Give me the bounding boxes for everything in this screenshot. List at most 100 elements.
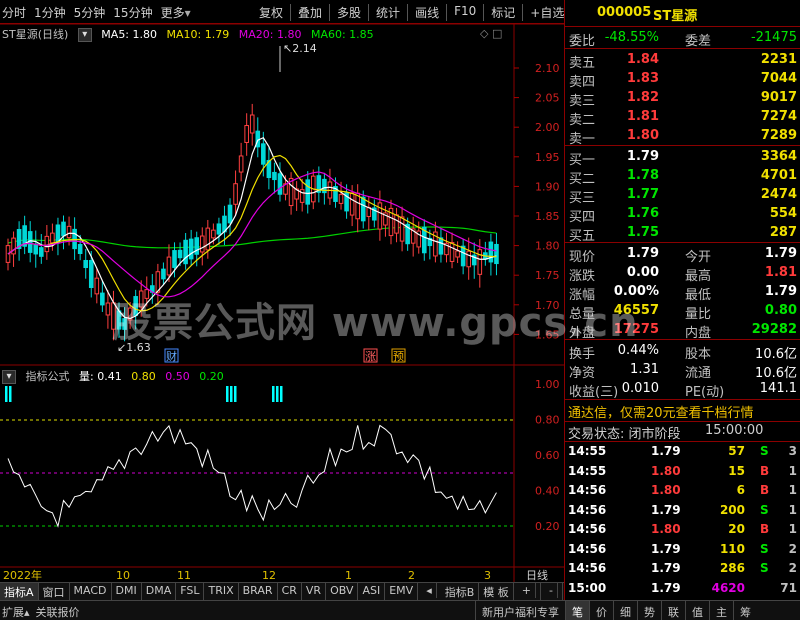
- signal-bar: [234, 386, 237, 402]
- tick-time: 14:56: [568, 541, 607, 556]
- tab-dma[interactable]: DMA: [142, 583, 177, 600]
- multi-stock-button[interactable]: 多股: [329, 4, 368, 21]
- trade-status-time: 15:00:00: [705, 423, 764, 438]
- tab-ticks[interactable]: 笔: [565, 601, 589, 620]
- tick-count: 1: [788, 483, 797, 497]
- indicator-chart[interactable]: 1.00 0.80 0.60 0.40 0.20 ▾ 指标公式 量: 0.41 0.80…: [0, 366, 564, 568]
- tab-chips[interactable]: 筹: [733, 601, 757, 620]
- tick-volume: 200: [719, 502, 745, 517]
- tick-count: 2: [788, 561, 797, 575]
- tick-volume: 4620: [711, 580, 745, 595]
- tab-cr[interactable]: CR: [278, 583, 302, 600]
- signal-bars: [5, 386, 283, 402]
- bid-volume: 287: [769, 225, 797, 240]
- quote-label: 最高: [685, 269, 712, 284]
- indicator-menu-icon[interactable]: ▾: [2, 370, 16, 384]
- tick-count: 1: [788, 502, 797, 517]
- draw-line-button[interactable]: 画线: [407, 4, 446, 21]
- tab-dmi[interactable]: DMI: [112, 583, 142, 600]
- overlay-button[interactable]: 叠加: [290, 4, 329, 21]
- ask-row: 卖四 1.83 7044: [565, 70, 800, 90]
- quote-label: 现价: [569, 250, 596, 265]
- tab-window[interactable]: 窗口: [39, 583, 70, 600]
- status-bar: 扩展▴ 关联报价 新用户福利专享 笔 价 细 势 联 值 主 筹: [0, 600, 800, 620]
- trade-status-label: 交易状态: 闭市阶段: [568, 427, 681, 442]
- tab-fsl[interactable]: FSL: [176, 583, 205, 600]
- period-label[interactable]: 日线: [526, 568, 548, 582]
- ask-label: 卖二: [569, 113, 596, 128]
- tab-trend[interactable]: 势: [637, 601, 661, 620]
- stock-name: ST星源: [653, 9, 698, 24]
- quote-label: 今开: [685, 250, 712, 265]
- tab-linked[interactable]: 联: [661, 601, 685, 620]
- bid-label: 买五: [569, 229, 596, 244]
- tick-side: S: [760, 444, 769, 458]
- period-15min[interactable]: 15分钟: [113, 4, 152, 21]
- tick-price: 1.79: [651, 580, 681, 595]
- quote-row: 涨跌 0.00 最高 1.81: [565, 264, 800, 284]
- tab-asi[interactable]: ASI: [358, 583, 386, 600]
- price-tick: 1.95: [535, 151, 560, 164]
- fund-row: 收益(三) 0.010 PE(动) 141.1: [565, 380, 800, 400]
- tab-value[interactable]: 值: [685, 601, 709, 620]
- adjust-button[interactable]: 复权: [252, 4, 290, 21]
- rise-marker[interactable]: 涨: [365, 350, 376, 363]
- square-icon[interactable]: □: [492, 27, 502, 40]
- finance-marker[interactable]: 财: [166, 349, 177, 363]
- quote-value: 0.80: [764, 303, 797, 318]
- webi-row: 委比 -48.55% 委差 -21475: [565, 29, 800, 49]
- tick-row: 14:56 1.80 6 B 1: [565, 482, 800, 500]
- bid-price: 1.78: [626, 168, 659, 183]
- tick-side: S: [760, 502, 769, 517]
- ad-text[interactable]: 通达信，仅需20元查看千档行情: [568, 402, 754, 421]
- period-5min[interactable]: 5分钟: [74, 4, 106, 21]
- quote-value: 1.81: [764, 265, 797, 280]
- expand-button[interactable]: 扩展▴: [2, 604, 30, 620]
- tab-detail[interactable]: 细: [613, 601, 637, 620]
- forecast-marker[interactable]: 预: [393, 350, 404, 363]
- period-1min[interactable]: 1分钟: [34, 4, 66, 21]
- tick-volume: 110: [719, 541, 745, 556]
- tab-indicator-a[interactable]: 指标A: [0, 583, 39, 600]
- ask-price: 1.80: [626, 128, 659, 143]
- tab-macd[interactable]: MACD: [70, 583, 112, 600]
- indicator-chart-svg[interactable]: 1.00 0.80 0.60 0.40 0.20: [0, 366, 564, 568]
- diamond-icon[interactable]: ◇: [480, 27, 488, 40]
- trade-status: 交易状态: 闭市阶段 15:00:00: [565, 423, 800, 442]
- linked-quote-button[interactable]: 关联报价: [36, 604, 80, 620]
- tab-trix[interactable]: TRIX: [204, 583, 239, 600]
- tick-side: B: [760, 483, 770, 497]
- tab-minus[interactable]: -: [541, 583, 563, 600]
- date-tick: 3: [484, 569, 491, 582]
- tab-obv[interactable]: OBV: [326, 583, 359, 600]
- tab-scroll-left[interactable]: ◂: [418, 583, 441, 600]
- indicator-tick: 0.20: [535, 520, 560, 533]
- period-more[interactable]: 更多▾: [161, 4, 191, 21]
- tab-brar[interactable]: BRAR: [239, 583, 278, 600]
- date-tick: 12: [262, 569, 276, 582]
- tick-time: 14:56: [568, 502, 607, 517]
- tab-main[interactable]: 主: [709, 601, 733, 620]
- fund-value: 10.6亿: [755, 347, 797, 362]
- ask-volume: 7274: [760, 109, 797, 124]
- bid-price: 1.75: [626, 225, 659, 240]
- tab-vr[interactable]: VR: [302, 583, 327, 600]
- tick-row: 14:56 1.80 20 B 1: [565, 521, 800, 539]
- tab-emv[interactable]: EMV: [385, 583, 419, 600]
- tab-add[interactable]: +: [514, 583, 541, 600]
- webi-value: -48.55%: [604, 30, 659, 45]
- menu-icon[interactable]: ▾: [77, 28, 92, 42]
- period-intraday[interactable]: 分时: [2, 4, 26, 21]
- tab-template[interactable]: 模 板: [479, 583, 514, 600]
- new-user-benefit-link[interactable]: 新用户福利专享: [475, 601, 565, 620]
- tab-indicator-b[interactable]: 指标B: [441, 583, 480, 600]
- mark-button[interactable]: 标记: [483, 4, 522, 21]
- ask-row: 卖二 1.81 7274: [565, 108, 800, 128]
- tab-price[interactable]: 价: [589, 601, 613, 620]
- f10-button[interactable]: F10: [446, 4, 483, 21]
- ad-banner[interactable]: 通达信，仅需20元查看千档行情: [565, 402, 800, 421]
- ask-price: 1.81: [626, 109, 659, 124]
- fund-row: 净资 1.31 流通 10.6亿: [565, 361, 800, 381]
- statistics-button[interactable]: 统计: [368, 4, 407, 21]
- ask-row: 卖一 1.80 7289: [565, 127, 800, 147]
